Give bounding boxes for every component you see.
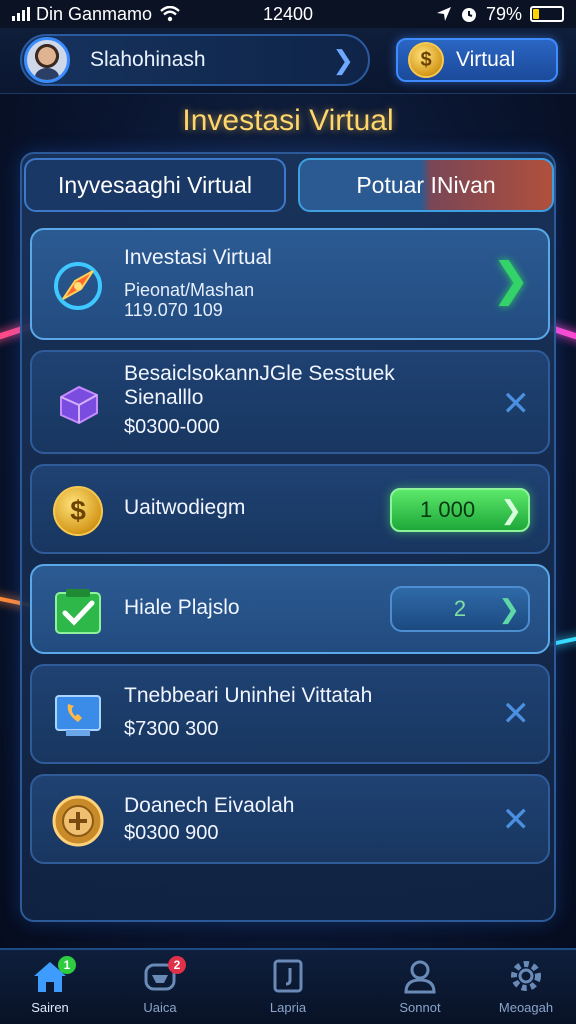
coin-icon: $ xyxy=(408,42,444,78)
card-title: BesaiclsokannJGle Sesstuek xyxy=(124,362,395,385)
document-icon xyxy=(238,956,338,996)
nav-cart[interactable]: 2 Uaica xyxy=(110,956,210,1015)
investment-card[interactable]: Investasi Virtual Pieonat/Mashan 119.070… xyxy=(30,228,550,340)
bottom-nav: 1 Sairen 2 Uaica Lapria Sonnot Meoagah xyxy=(0,948,576,1024)
nav-label: Uaica xyxy=(143,1000,177,1015)
investment-card[interactable]: Tnebbeari Uninhei Vittatah $7300 300 ✕ xyxy=(30,664,550,764)
close-icon[interactable]: ✕ xyxy=(502,800,531,840)
tab-popular[interactable]: Potuar INivan xyxy=(298,158,554,212)
user-profile-button[interactable]: Slahohinash ❯ xyxy=(20,34,370,86)
nav-label: Sairen xyxy=(31,1000,69,1015)
app-header: Slahohinash ❯ $ Virtual xyxy=(0,28,576,94)
virtual-label: Virtual xyxy=(456,48,516,71)
check-icon xyxy=(50,583,106,639)
compass-icon xyxy=(50,258,106,314)
cube-icon xyxy=(50,376,106,432)
clock: 12400 xyxy=(262,3,314,24)
investment-card[interactable]: $ Uaitwodiegm 1 000 ❯ xyxy=(30,464,550,554)
nav-label: Meoagah xyxy=(498,1000,554,1015)
investment-card[interactable]: BesaiclsokannJGle Sesstuek Sienalllo $03… xyxy=(30,350,550,454)
coin-icon: $ xyxy=(50,483,106,539)
tab-virtual-investment[interactable]: Inyvesaaghi Virtual xyxy=(24,158,286,212)
notification-badge: 1 xyxy=(58,956,76,974)
count-button[interactable]: 2 ❯ xyxy=(390,586,530,632)
close-icon[interactable]: ✕ xyxy=(502,384,531,424)
phone-screen-icon xyxy=(50,688,106,744)
card-title: Tnebbeari Uninhei Vittatah xyxy=(124,684,373,707)
chevron-right-icon: ❯ xyxy=(498,593,520,624)
investment-panel: Inyvesaaghi Virtual Potuar INivan Invest… xyxy=(20,152,556,922)
tab-bar: Inyvesaaghi Virtual Potuar INivan xyxy=(24,158,556,214)
card-value: 119.070 109 xyxy=(124,300,223,320)
avatar xyxy=(24,37,70,83)
nav-report[interactable]: Lapria xyxy=(238,956,338,1015)
battery-icon xyxy=(530,6,564,22)
card-subtitle: Pieonat/Mashan xyxy=(124,280,255,300)
gear-icon xyxy=(476,956,576,996)
chevron-right-icon: ❯ xyxy=(332,44,354,75)
close-icon[interactable]: ✕ xyxy=(502,694,531,734)
investment-card[interactable]: Hiale Plajslo 2 ❯ xyxy=(30,564,550,654)
amount-button[interactable]: 1 000 ❯ xyxy=(390,488,530,532)
count-label: 2 xyxy=(453,596,467,621)
chevron-right-icon: ❯ xyxy=(500,494,522,525)
investment-card[interactable]: Doanech Eivaolah $0300 900 ✕ xyxy=(30,774,550,864)
cart-icon: 2 xyxy=(110,956,210,996)
card-value: $0300-000 xyxy=(124,416,220,438)
card-title: Uaitwodiegm xyxy=(124,496,246,519)
card-title: Investasi Virtual xyxy=(124,246,272,269)
home-icon: 1 xyxy=(0,956,100,996)
status-bar: Din Ganmamo 12400 79% xyxy=(0,0,576,28)
gear-badge-icon xyxy=(50,793,106,849)
card-value: $0300 900 xyxy=(124,822,219,844)
nav-label: Lapria xyxy=(269,1000,307,1015)
nav-home[interactable]: 1 Sairen xyxy=(0,956,100,1015)
page-title: Investasi Virtual xyxy=(182,104,394,137)
user-name: Slahohinash xyxy=(90,48,206,71)
card-title: Hiale Plajslo xyxy=(124,596,240,619)
chevron-right-icon[interactable]: ❯ xyxy=(491,252,530,306)
nav-settings[interactable]: Meoagah xyxy=(476,956,576,1015)
virtual-balance-button[interactable]: $ Virtual xyxy=(396,38,558,82)
card-value: $7300 300 xyxy=(124,718,219,740)
card-subtitle: Sienalllo xyxy=(124,386,204,409)
nav-label: Sonnot xyxy=(399,1000,441,1015)
notification-badge: 2 xyxy=(168,956,186,974)
nav-profile[interactable]: Sonnot xyxy=(370,956,470,1015)
card-title: Doanech Eivaolah xyxy=(124,794,295,817)
user-icon xyxy=(370,956,470,996)
amount-label: 1 000 xyxy=(420,497,476,522)
